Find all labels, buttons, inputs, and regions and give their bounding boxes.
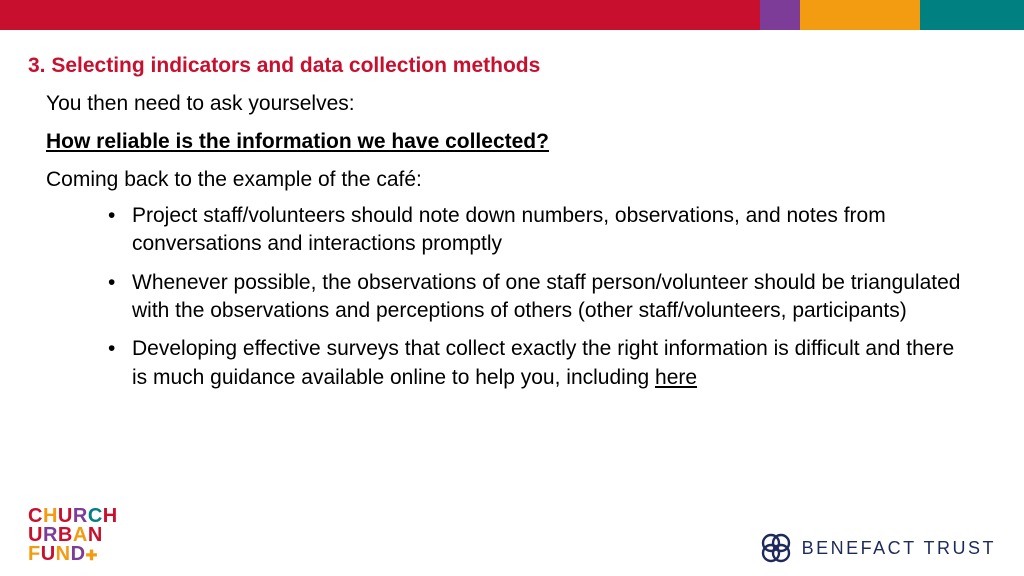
bullet-item-text: Developing effective surveys that collec… [132,337,954,388]
benefact-trust-logo: BENEFACT TRUST [760,532,996,564]
bullet-item: Whenever possible, the observations of o… [108,269,968,326]
bullet-list: Project staff/volunteers should note dow… [108,202,968,392]
guidance-link[interactable]: here [655,366,697,389]
header-color-band [0,0,1024,30]
reliability-question: How reliable is the information we have … [46,130,996,154]
band-segment-red [0,0,760,30]
church-urban-fund-logo: CHURCH URBAN FUND✚ [28,507,118,564]
band-segment-teal [920,0,1024,30]
benefact-trust-name: BENEFACT TRUST [802,538,996,559]
benefact-knot-icon [760,532,792,564]
bullet-item: Developing effective surveys that collec… [108,335,968,392]
intro-text: You then need to ask yourselves: [46,92,996,116]
slide-footer: CHURCH URBAN FUND✚ BENEFACT TRUST [0,490,1024,576]
bullet-item: Project staff/volunteers should note dow… [108,202,968,259]
slide-content: 3. Selecting indicators and data collect… [0,30,1024,392]
slide-heading: 3. Selecting indicators and data collect… [28,54,996,78]
example-lead: Coming back to the example of the café: [46,168,996,192]
band-segment-orange [800,0,920,30]
band-segment-purple [760,0,800,30]
